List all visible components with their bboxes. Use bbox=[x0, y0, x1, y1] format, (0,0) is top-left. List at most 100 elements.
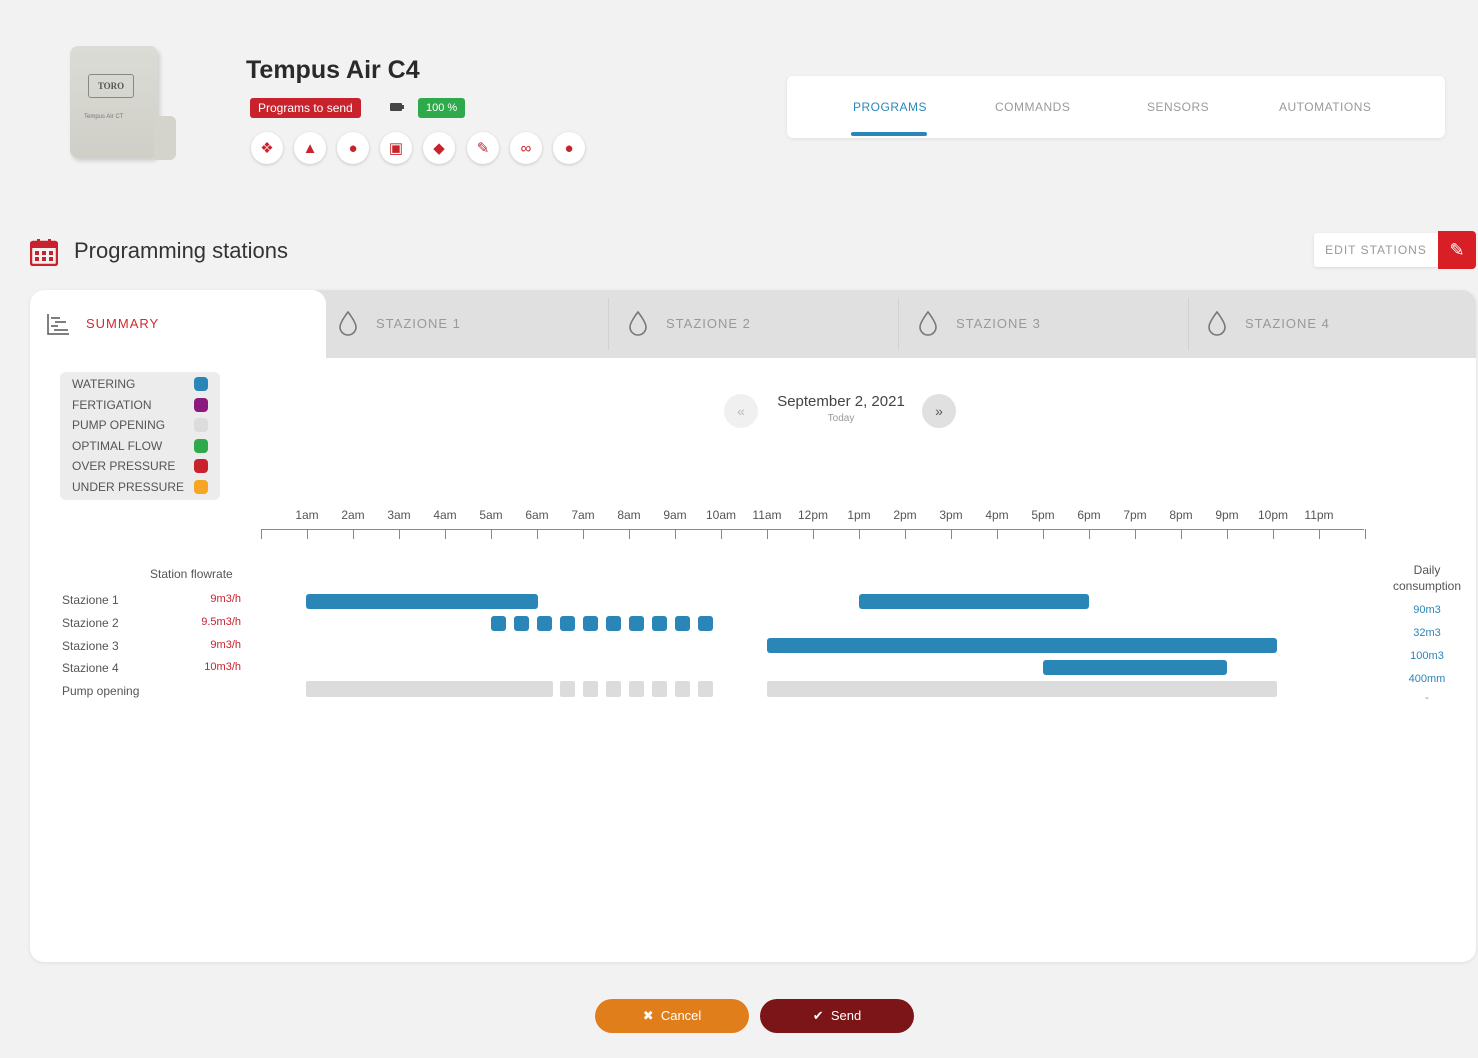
hour-label: 11am bbox=[752, 508, 782, 522]
station-name: Stazione 4 bbox=[62, 661, 119, 675]
legend-label: WATERING bbox=[72, 377, 136, 391]
calendar-icon bbox=[30, 239, 58, 266]
prev-day-button[interactable]: « bbox=[724, 394, 758, 428]
tab-stazione-2[interactable]: STAZIONE 2 bbox=[666, 316, 751, 331]
pump-consumption: - bbox=[1425, 692, 1429, 704]
watering-block[interactable] bbox=[514, 616, 529, 631]
watering-block[interactable] bbox=[629, 616, 644, 631]
check-icon: ✔ bbox=[812, 1008, 831, 1023]
axis-tick bbox=[399, 529, 400, 539]
watering-block[interactable] bbox=[537, 616, 552, 631]
close-icon: ✖ bbox=[642, 1008, 661, 1023]
hour-label: 1pm bbox=[847, 508, 871, 522]
hour-label: 3pm bbox=[939, 508, 963, 522]
edit-pencil-icon[interactable]: ✎ bbox=[1438, 231, 1476, 269]
pencil-icon[interactable]: ✎ bbox=[467, 132, 499, 164]
date-label: September 2, 2021 bbox=[777, 393, 905, 410]
hour-label: 7pm bbox=[1123, 508, 1147, 522]
pump-opening-block bbox=[606, 681, 621, 697]
tab-sensors[interactable]: SENSORS bbox=[1147, 100, 1209, 114]
legend-swatch-fertigation bbox=[194, 398, 208, 412]
pump-opening-bar bbox=[306, 681, 553, 697]
battery-icon bbox=[388, 102, 406, 112]
tab-stazione-4[interactable]: STAZIONE 4 bbox=[1245, 316, 1330, 331]
station-tabbar: SUMMARY STAZIONE 1 STAZIONE 2 STAZIONE 3… bbox=[30, 290, 1476, 358]
edit-stations-button[interactable]: EDIT STATIONS bbox=[1314, 233, 1438, 267]
axis-tick bbox=[1089, 529, 1090, 539]
watering-block[interactable] bbox=[583, 616, 598, 631]
pump-opening-block bbox=[629, 681, 644, 697]
legend-label: PUMP OPENING bbox=[72, 418, 166, 432]
axis-tick bbox=[1319, 529, 1320, 539]
watering-bar[interactable] bbox=[1043, 660, 1227, 675]
axis-tick bbox=[675, 529, 676, 539]
pump-opening-block bbox=[583, 681, 598, 697]
flowrate-header: Station flowrate bbox=[150, 567, 233, 581]
drop-icon[interactable]: ● bbox=[553, 132, 585, 164]
tab-stazione-1[interactable]: STAZIONE 1 bbox=[376, 316, 461, 331]
hour-label: 9am bbox=[663, 508, 687, 522]
axis-tick bbox=[445, 529, 446, 539]
device-logo: TORO bbox=[88, 74, 134, 98]
watering-bar[interactable] bbox=[859, 594, 1089, 609]
timeline-axis bbox=[261, 529, 1364, 530]
cancel-button[interactable]: ✖ Cancel bbox=[595, 999, 749, 1033]
hour-label: 4am bbox=[433, 508, 457, 522]
axis-tick bbox=[629, 529, 630, 539]
station-consumption: 400mm bbox=[1408, 673, 1446, 685]
send-label: Send bbox=[830, 1008, 862, 1023]
axis-tick bbox=[307, 529, 308, 539]
axis-tick bbox=[1273, 529, 1274, 539]
top-nav: PROGRAMS COMMANDS SENSORS AUTOMATIONS bbox=[787, 76, 1445, 138]
tab-commands[interactable]: COMMANDS bbox=[995, 100, 1070, 114]
watering-bar[interactable] bbox=[306, 594, 538, 609]
station-consumption: 100m3 bbox=[1410, 650, 1444, 662]
axis-tick bbox=[859, 529, 860, 539]
watering-bar[interactable] bbox=[767, 638, 1277, 653]
station-flowrate: 10m3/h bbox=[204, 661, 241, 673]
watering-block[interactable] bbox=[606, 616, 621, 631]
consumption-header: Daily consumption bbox=[1392, 563, 1462, 593]
station-name: Stazione 2 bbox=[62, 616, 119, 630]
tab-stazione-3[interactable]: STAZIONE 3 bbox=[956, 316, 1041, 331]
tab-summary[interactable]: SUMMARY bbox=[30, 290, 326, 358]
hour-label: 7am bbox=[571, 508, 595, 522]
axis-tick bbox=[1043, 529, 1044, 539]
axis-tick bbox=[951, 529, 952, 539]
pump-opening-block bbox=[698, 681, 713, 697]
station-name: Stazione 3 bbox=[62, 639, 119, 653]
legend-label: FERTIGATION bbox=[72, 398, 152, 412]
battery-badge: 100 % bbox=[418, 98, 466, 118]
active-tab-indicator bbox=[851, 132, 927, 136]
tab-automations[interactable]: AUTOMATIONS bbox=[1279, 100, 1371, 114]
watering-block[interactable] bbox=[491, 616, 506, 631]
tag-icon[interactable]: ◆ bbox=[423, 132, 455, 164]
hour-label: 11pm bbox=[1304, 508, 1334, 522]
axis-tick bbox=[1365, 529, 1366, 539]
network-icon[interactable]: ▲ bbox=[294, 132, 326, 164]
watering-block[interactable] bbox=[652, 616, 667, 631]
watering-block[interactable] bbox=[698, 616, 713, 631]
info-icon[interactable]: ❖ bbox=[251, 132, 283, 164]
summary-chart-icon bbox=[47, 314, 69, 335]
legend-label: OVER PRESSURE bbox=[72, 459, 176, 473]
legend-label: UNDER PRESSURE bbox=[72, 480, 185, 494]
status-badge: Programs to send bbox=[250, 98, 361, 118]
tab-programs[interactable]: PROGRAMS bbox=[853, 100, 927, 114]
send-button[interactable]: ✔ Send bbox=[760, 999, 914, 1033]
axis-tick bbox=[813, 529, 814, 539]
axis-tick bbox=[997, 529, 998, 539]
save-icon[interactable]: ▣ bbox=[380, 132, 412, 164]
unlink-icon[interactable]: ∞ bbox=[510, 132, 542, 164]
device-name: Tempus Air C4 bbox=[246, 56, 420, 84]
watering-block[interactable] bbox=[675, 616, 690, 631]
pump-opening-label: Pump opening bbox=[62, 684, 140, 698]
globe-icon[interactable]: ● bbox=[337, 132, 369, 164]
watering-block[interactable] bbox=[560, 616, 575, 631]
axis-tick bbox=[1135, 529, 1136, 539]
next-day-button[interactable]: » bbox=[922, 394, 956, 428]
axis-tick bbox=[905, 529, 906, 539]
hour-label: 8pm bbox=[1169, 508, 1193, 522]
axis-tick bbox=[583, 529, 584, 539]
axis-tick bbox=[1227, 529, 1228, 539]
